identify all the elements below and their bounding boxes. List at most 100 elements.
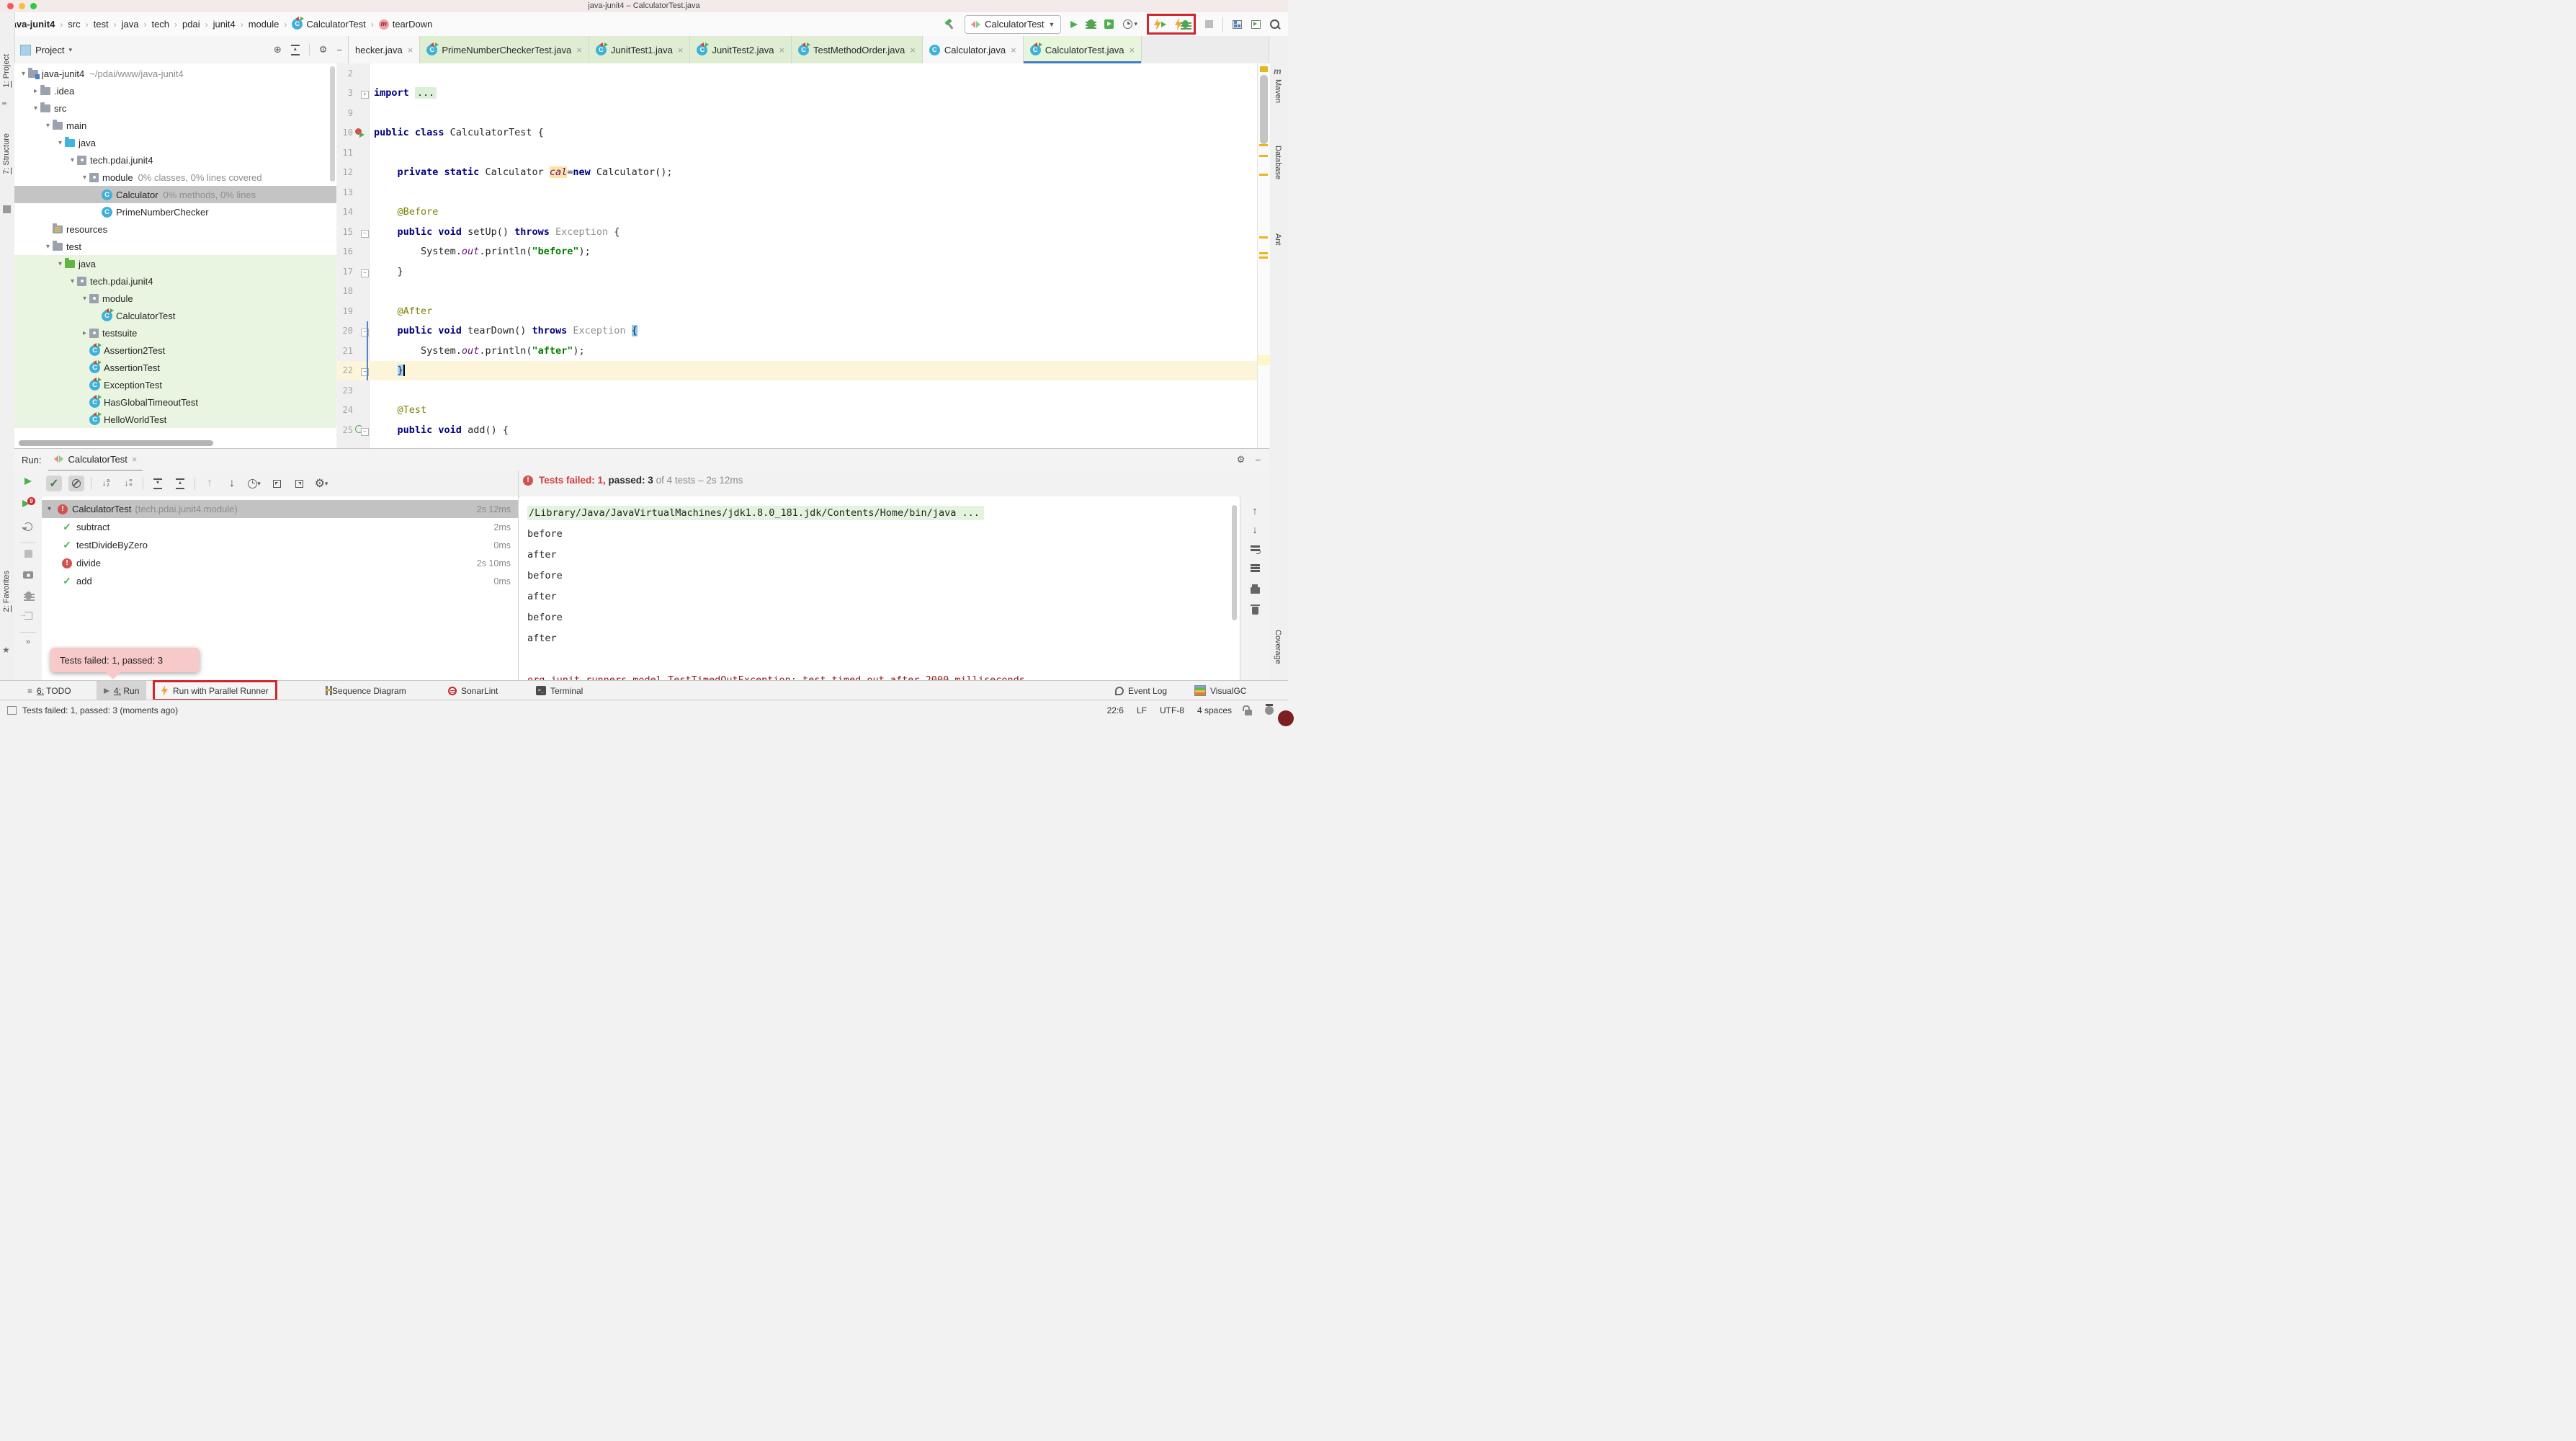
code-editor[interactable]: 23+import ...910public class CalculatorT… [337,63,1257,448]
fold-marker[interactable]: − [361,265,368,278]
code-line[interactable]: 9 [337,103,1257,123]
breadcrumb-item[interactable]: pdai [182,19,200,30]
tree-expander-icon[interactable]: ▾ [43,122,53,130]
code-line[interactable]: 21 System.out.println("after"); [337,341,1257,361]
editor-scrollbar-thumb[interactable] [1260,75,1268,144]
close-icon[interactable]: × [132,454,138,465]
debug-with-parallel-runner-button[interactable] [1175,18,1189,30]
hide-panel-icon[interactable]: − [1255,455,1261,465]
run-tab-calculatortest[interactable]: CalculatorTest × [48,448,143,471]
tree-row[interactable]: CExceptionTest [14,376,336,393]
tool-stripe-icon[interactable] [3,205,11,213]
test-result-row[interactable]: ✓add0ms [42,572,518,590]
stop-button[interactable] [1205,20,1213,28]
run-with-parallel-runner-button[interactable] [1154,18,1166,30]
tree-row[interactable]: CHasGlobalTimeoutTest [14,393,336,411]
star-icon[interactable]: ★ [2,645,10,655]
tree-row[interactable]: CCalculator0% methods, 0% lines [14,186,336,203]
tree-expander-icon[interactable]: ▾ [19,70,28,78]
sidebar-item-database[interactable]: Database [1274,146,1282,179]
breadcrumb-item[interactable]: java-junit4 [9,19,55,30]
tree-row[interactable]: ▾tech.pdai.junit4 [14,272,336,290]
code-line[interactable]: 13 [337,182,1257,202]
code-line[interactable]: 15− public void setUp() throws Exception… [337,222,1257,242]
test-result-row[interactable]: ✓testDivideByZero0ms [42,536,518,554]
tree-row[interactable]: ▸.idea [14,82,336,99]
gear-icon[interactable]: ⚙▾ [313,476,329,491]
tree-row[interactable]: ▾src [14,99,336,117]
tree-row[interactable]: CAssertionTest [14,359,336,376]
code-line[interactable]: 2 [337,63,1257,84]
breadcrumb-item[interactable]: tech [151,19,169,30]
export-test-results-icon[interactable] [291,476,307,491]
tree-row[interactable]: ▾java [14,134,336,151]
breadcrumb-item[interactable]: java [122,19,139,30]
tree-row[interactable]: ▸testsuite [14,324,336,342]
editor-tab[interactable]: CJunitTest1.java× [589,36,691,63]
editor-tab[interactable]: CCalculator.java× [923,36,1024,63]
rerun-button[interactable] [14,478,42,485]
tree-row[interactable]: ▾tech.pdai.junit4 [14,151,336,169]
sidebar-item-project[interactable]: 1: Project [2,54,11,87]
close-icon[interactable]: × [408,45,413,55]
visualgc-button[interactable]: VisualGC [1194,681,1246,700]
indent-setting[interactable]: 4 spaces [1197,705,1232,715]
scroll-down-icon[interactable]: ↓ [1240,524,1269,536]
rerun-failed-tests-button[interactable]: 9 [14,499,42,509]
run-configuration-select[interactable]: CalculatorTest ▼ [965,15,1061,34]
scroll-to-end-icon[interactable] [1240,564,1269,566]
fold-marker[interactable]: + [361,86,368,99]
breadcrumb-item[interactable]: test [94,19,109,30]
code-line[interactable]: 20− public void tearDown() throws Except… [337,321,1257,342]
locate-file-icon[interactable]: ⊕ [274,44,282,55]
tree-row[interactable]: ▾test [14,238,336,255]
tree-expander-icon[interactable]: ▾ [68,156,77,164]
editor-tab[interactable]: CTestMethodOrder.java× [792,36,923,63]
close-icon[interactable]: × [779,45,784,55]
tree-expander-icon[interactable]: ▾ [48,505,58,513]
collapse-all-icon[interactable]: ▴ [291,45,300,55]
lock-icon[interactable] [1245,710,1252,715]
tree-expander-icon[interactable]: ▸ [80,329,89,337]
run-button[interactable] [1070,21,1078,28]
breadcrumb-item[interactable]: CCalculatorTest [292,19,365,30]
console-scrollbar[interactable] [1232,505,1237,620]
editor-tab[interactable]: CCalculatorTest.java× [1024,36,1142,63]
hide-panel-icon[interactable]: − [336,45,342,55]
maximize-window-button[interactable] [30,3,37,9]
test-history-icon[interactable]: ▾ [246,476,262,491]
file-encoding[interactable]: UTF-8 [1160,705,1184,715]
toggle-auto-test-button[interactable] [14,522,42,531]
toolwindow-toggle-icon[interactable] [7,706,17,715]
tree-expander-icon[interactable]: ▾ [43,243,53,251]
thread-dump-icon[interactable] [14,571,42,579]
tree-expander-icon[interactable]: ▾ [80,174,89,182]
test-result-row[interactable]: !divide2s 10ms [42,554,518,572]
breadcrumb-item[interactable]: mtearDown [379,19,433,30]
code-line[interactable]: 23 [337,380,1257,401]
test-result-row[interactable]: ▾!CalculatorTest(tech.pdai.junit4.module… [42,500,518,518]
tree-expander-icon[interactable]: ▸ [31,87,40,95]
tree-expander-icon[interactable]: ▾ [55,260,65,268]
project-structure-icon[interactable] [1233,20,1242,29]
print-icon[interactable] [1240,584,1269,594]
gear-icon[interactable]: ⚙ [319,44,328,55]
editor-tab[interactable]: CPrimeNumberCheckerTest.java× [420,36,589,63]
project-view-title[interactable]: Project [35,45,64,55]
tree-expander-icon[interactable]: ▾ [55,139,65,147]
import-test-results-icon[interactable] [269,476,285,491]
tree-row[interactable]: ▾java-junit4~/pdai/www/java-junit4 [14,65,336,82]
toolwindow-terminal-button[interactable]: >_ Terminal [536,681,583,700]
fold-marker[interactable]: − [361,424,368,437]
tree-row[interactable]: CHelloWorldTest [14,411,336,428]
line-ending[interactable]: LF [1137,705,1147,715]
tree-row[interactable]: CCalculatorTest [14,307,336,324]
code-line[interactable]: 25− public void add() { [337,420,1257,440]
toolwindow-sonarlint-button[interactable]: SonarLint [448,681,498,700]
show-ignored-toggle[interactable] [68,476,84,491]
debug-button[interactable] [1087,19,1095,29]
expand-all-icon[interactable]: ▾ [150,476,166,491]
code-line[interactable]: 19 @After [337,301,1257,321]
clear-console-icon[interactable] [1240,604,1269,615]
code-line[interactable]: 18 [337,282,1257,302]
